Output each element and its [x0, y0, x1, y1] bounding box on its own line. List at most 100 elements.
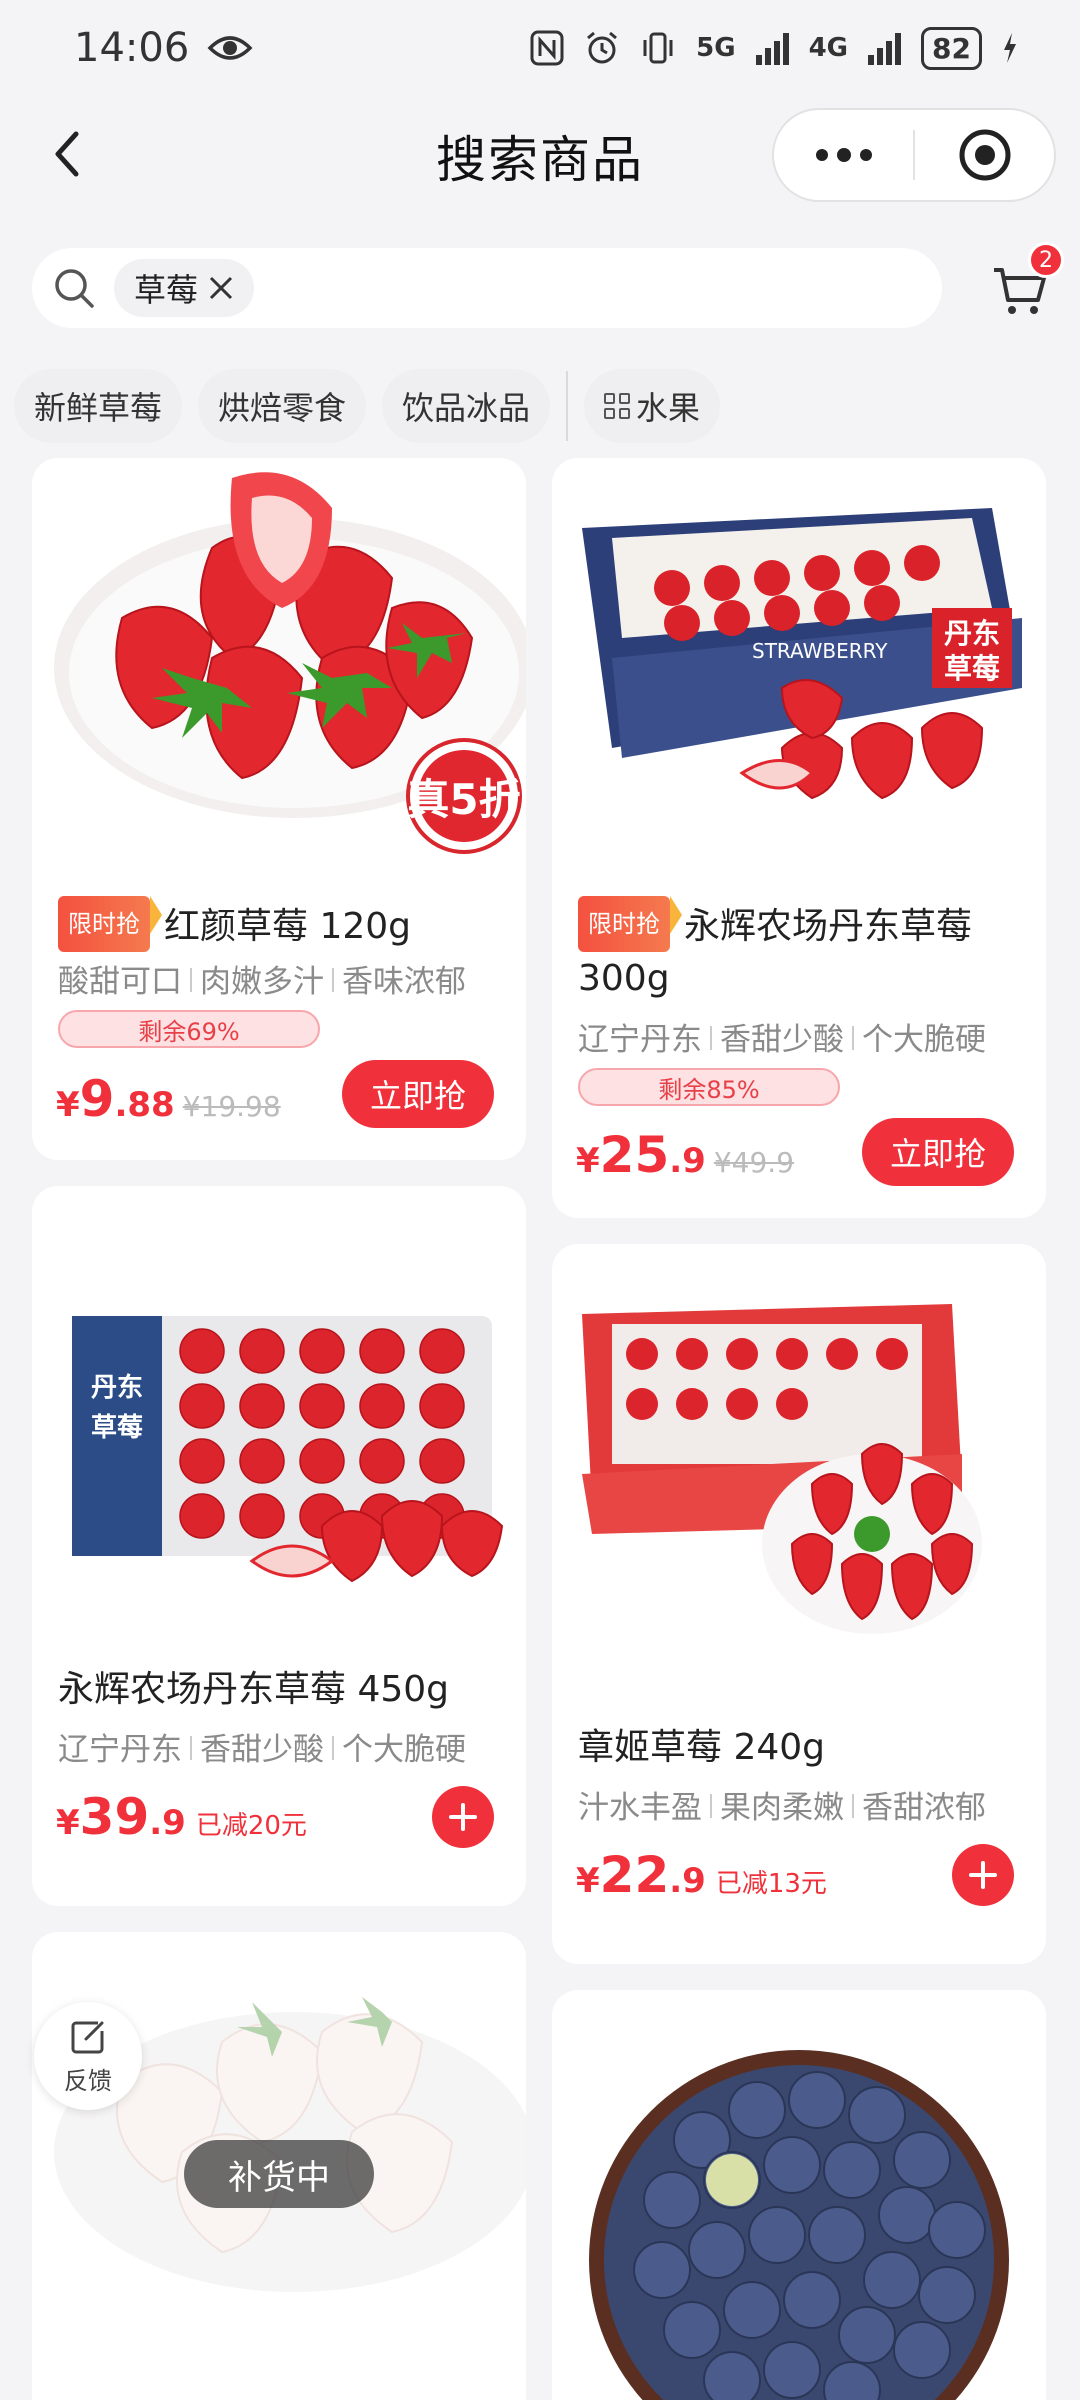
- strawberry-giftbox-image: [582, 1304, 982, 1634]
- feedback-label: 反馈: [64, 2066, 112, 2095]
- product-card[interactable]: [552, 1990, 1046, 2400]
- search-icon: [55, 269, 94, 308]
- stock-remaining-text: 剩余69%: [138, 1017, 240, 1046]
- product-card[interactable]: 丹东 草莓 永辉农场丹东草莓 450g 辽宁丹东 香甜少酸 个大脆硬 ¥39.9 已减…: [32, 1186, 526, 1906]
- price-decimal: .88: [114, 1085, 175, 1125]
- strawberry-bowl-image: 真5折: [54, 472, 526, 854]
- svg-text:丹东: 丹东: [91, 1372, 143, 1403]
- discount-amount: 已减20元: [195, 1811, 307, 1841]
- alarm-icon: [587, 31, 618, 64]
- promo-sticker-text: 真5折: [407, 775, 520, 824]
- feedback-button[interactable]: 反馈: [34, 2002, 142, 2110]
- feature-divider: [190, 1736, 192, 1760]
- tabs-divider: [566, 371, 569, 441]
- price-decimal: .9: [669, 1861, 706, 1901]
- feature-2: 香甜少酸: [200, 1732, 324, 1768]
- charging-icon: [1004, 33, 1016, 63]
- feature-3: 个大脆硬: [862, 1022, 986, 1058]
- feature-1: 辽宁丹东: [578, 1022, 702, 1058]
- target-icon: [959, 129, 1010, 181]
- status-bar: 14:06 5G 4G 82: [0, 0, 1080, 96]
- feature-2: 肉嫩多汁: [200, 964, 324, 1000]
- add-to-cart-button[interactable]: [952, 1844, 1014, 1906]
- category-tabs: 新鲜草莓 烘焙零食 饮品冰品 水果: [0, 364, 1080, 448]
- search-keyword: 草莓: [134, 271, 199, 309]
- search-input[interactable]: 草莓: [32, 248, 942, 328]
- tab-fruit-label: 水果: [636, 389, 701, 427]
- eye-icon: [207, 36, 253, 60]
- price-integer: 9: [79, 1070, 115, 1128]
- feature-divider: [852, 1026, 854, 1050]
- tab-fruit[interactable]: 水果: [584, 369, 721, 443]
- product-features: 酸甜可口 肉嫩多汁 香味浓郁: [58, 956, 512, 1001]
- feature-divider: [710, 1794, 712, 1818]
- price: ¥22.9 已减13元: [576, 1846, 827, 1904]
- product-title: 限时抢 永辉农场丹东草莓 300g: [578, 896, 1026, 1005]
- search-row: 草莓 2: [0, 240, 1080, 340]
- feature-3: 香甜浓郁: [862, 1790, 986, 1826]
- product-name: 章姬草莓 240g: [578, 1727, 826, 1768]
- price-integer: 25: [599, 1126, 670, 1184]
- close-miniprogram-button[interactable]: [915, 110, 1054, 200]
- currency-symbol: ¥: [576, 1861, 600, 1901]
- more-icon: [815, 148, 872, 162]
- miniprogram-capsule: [772, 108, 1056, 202]
- grid-icon: [604, 393, 631, 419]
- feature-divider: [710, 1026, 712, 1050]
- product-card[interactable]: 章姬草莓 240g 汁水丰盈 果肉柔嫩 香甜浓郁 ¥22.9 已减13元: [552, 1244, 1046, 1964]
- plus-icon: [969, 1861, 997, 1889]
- search-keyword-chip[interactable]: 草莓: [114, 259, 255, 317]
- signal-5g-icon: [755, 31, 789, 65]
- feature-3: 香味浓郁: [342, 964, 466, 1000]
- stock-remaining-bar: 剩余69%: [58, 1010, 320, 1048]
- page-title: 搜索商品: [436, 131, 644, 189]
- product-features: 辽宁丹东 香甜少酸 个大脆硬: [58, 1724, 512, 1769]
- currency-symbol: ¥: [56, 1803, 80, 1843]
- product-card[interactable]: 丹东 草莓 STRAWBERRY 限时抢 永辉农场丹东草莓 300g 辽宁丹东 香甜…: [552, 458, 1046, 1218]
- price: ¥25.9 ¥49.9: [576, 1126, 794, 1184]
- strawberry-box-image: 丹东 草莓 STRAWBERRY: [582, 508, 1022, 800]
- svg-text:STRAWBERRY: STRAWBERRY: [752, 639, 888, 663]
- product-features: 汁水丰盈 果肉柔嫩 香甜浓郁: [578, 1782, 1032, 1827]
- product-name: 红颜草莓 120g: [164, 906, 412, 947]
- restocking-badge: 补货中: [184, 2140, 374, 2208]
- feature-divider: [852, 1794, 854, 1818]
- nfc-icon: [530, 30, 564, 66]
- price: ¥9.88 ¥19.98: [56, 1070, 281, 1128]
- network-4g-label: 4G: [808, 33, 849, 63]
- price-decimal: .9: [149, 1803, 186, 1843]
- product-card[interactable]: 真5折 限时抢 红颜草莓 120g 酸甜可口 肉嫩多汁 香味浓郁 剩余69% ¥9.8…: [32, 458, 526, 1160]
- tab-drinks-ice[interactable]: 饮品冰品: [382, 369, 551, 443]
- flash-sale-tag: 限时抢: [578, 896, 682, 952]
- tab-fresh-strawberry[interactable]: 新鲜草莓: [14, 369, 183, 443]
- feature-2: 香甜少酸: [720, 1022, 844, 1058]
- tab-bakery-snacks[interactable]: 烘焙零食: [198, 369, 367, 443]
- feature-divider: [332, 968, 334, 992]
- nav-bar: 搜索商品: [0, 96, 1080, 216]
- feature-1: 汁水丰盈: [578, 1790, 702, 1826]
- blueberry-bowl-image: [589, 2050, 1009, 2400]
- add-to-cart-button[interactable]: [432, 1786, 494, 1848]
- svg-text:丹东: 丹东: [944, 617, 1000, 650]
- more-button[interactable]: [774, 110, 913, 200]
- original-price: ¥19.98: [182, 1090, 281, 1123]
- vibrate-icon: [643, 32, 673, 64]
- feature-divider: [190, 968, 192, 992]
- grab-now-button[interactable]: 立即抢: [862, 1118, 1014, 1186]
- battery-indicator: 82: [921, 26, 982, 70]
- flash-sale-tag: 限时抢: [58, 896, 162, 952]
- back-icon[interactable]: [40, 124, 100, 184]
- edit-icon: [71, 2021, 104, 2053]
- status-time: 14:06: [74, 25, 190, 71]
- price-integer: 39: [79, 1788, 150, 1846]
- feature-2: 果肉柔嫩: [720, 1790, 844, 1826]
- currency-symbol: ¥: [56, 1085, 80, 1125]
- discount-amount: 已减13元: [715, 1869, 827, 1899]
- svg-text:草莓: 草莓: [944, 652, 1000, 685]
- feature-3: 个大脆硬: [342, 1732, 466, 1768]
- clear-keyword-icon[interactable]: [208, 275, 234, 301]
- price-decimal: .9: [669, 1141, 706, 1181]
- grab-now-button[interactable]: 立即抢: [342, 1060, 494, 1128]
- product-name: 永辉农场丹东草莓 450g: [58, 1669, 450, 1710]
- feature-1: 辽宁丹东: [58, 1732, 182, 1768]
